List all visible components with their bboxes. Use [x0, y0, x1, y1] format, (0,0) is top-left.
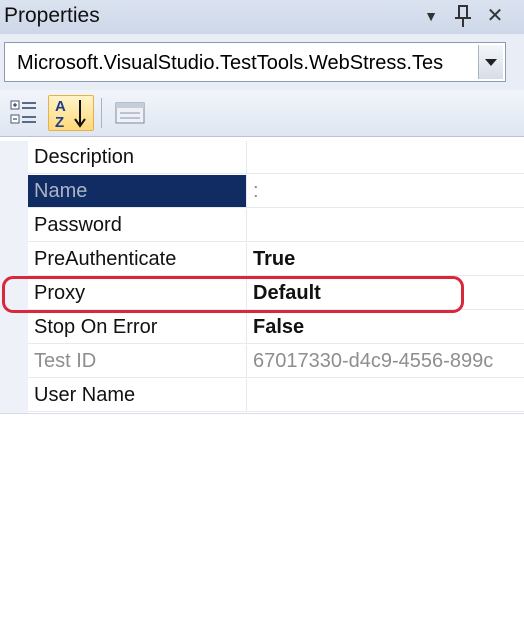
property-value[interactable]: [247, 209, 524, 242]
categorized-button[interactable]: [6, 95, 42, 131]
categorized-icon: [10, 100, 36, 124]
property-row-test-id[interactable]: Test ID 67017330-d4c9-4556-899c: [0, 345, 524, 379]
property-name: User Name: [28, 379, 247, 412]
row-gutter: [0, 141, 28, 175]
toolbar-separator: [101, 98, 102, 128]
row-gutter: [0, 311, 28, 345]
properties-window: Properties ▼ ✕ Microsoft.VisualStudio.Te…: [0, 0, 524, 622]
proxy-highlight-annotation: [2, 276, 464, 313]
row-gutter: [0, 345, 28, 379]
window-title: Properties: [4, 4, 100, 27]
property-value: 67017330-d4c9-4556-899c: [247, 345, 524, 378]
grid-bottom-border: [0, 413, 524, 414]
object-selector[interactable]: Microsoft.VisualStudio.TestTools.WebStre…: [4, 42, 506, 82]
row-gutter: [0, 379, 28, 413]
alphabetical-button[interactable]: A Z: [48, 95, 94, 131]
property-value[interactable]: False: [247, 311, 524, 344]
property-row-stop-on-error[interactable]: Stop On Error False: [0, 311, 524, 345]
window-position-dropdown-icon[interactable]: ▼: [418, 2, 444, 30]
property-value[interactable]: [247, 379, 524, 412]
sort-letter-z: Z: [55, 114, 64, 130]
property-pages-icon: [115, 102, 145, 124]
property-row-password[interactable]: Password: [0, 209, 524, 243]
property-name: PreAuthenticate: [28, 243, 247, 276]
row-gutter: [0, 209, 28, 243]
object-selector-row: Microsoft.VisualStudio.TestTools.WebStre…: [0, 34, 524, 90]
chevron-down-icon[interactable]: [478, 45, 503, 79]
auto-hide-pin-icon[interactable]: [450, 2, 476, 30]
property-value[interactable]: [247, 141, 524, 174]
property-pages-button[interactable]: [110, 95, 150, 131]
property-row-user-name[interactable]: User Name: [0, 379, 524, 413]
title-bar: Properties ▼ ✕: [0, 0, 524, 35]
property-name: Test ID: [28, 345, 247, 378]
row-gutter: [0, 175, 28, 209]
pin-icon: [455, 5, 471, 27]
property-name: Description: [28, 141, 247, 174]
sort-letter-a: A: [55, 98, 66, 115]
property-row-preauthenticate[interactable]: PreAuthenticate True: [0, 243, 524, 277]
close-icon[interactable]: ✕: [482, 2, 508, 30]
property-value[interactable]: :: [247, 175, 524, 208]
properties-toolbar: A Z: [0, 90, 524, 137]
row-gutter: [0, 243, 28, 277]
property-name: Name: [28, 175, 247, 208]
property-name: Stop On Error: [28, 311, 247, 344]
property-row-description[interactable]: Description: [0, 141, 524, 175]
property-name: Password: [28, 209, 247, 242]
property-value[interactable]: True: [247, 243, 524, 276]
sort-alphabetical-icon: A Z: [55, 98, 86, 131]
object-selector-value: Microsoft.VisualStudio.TestTools.WebStre…: [17, 52, 444, 74]
property-row-name[interactable]: Name :: [0, 175, 524, 209]
